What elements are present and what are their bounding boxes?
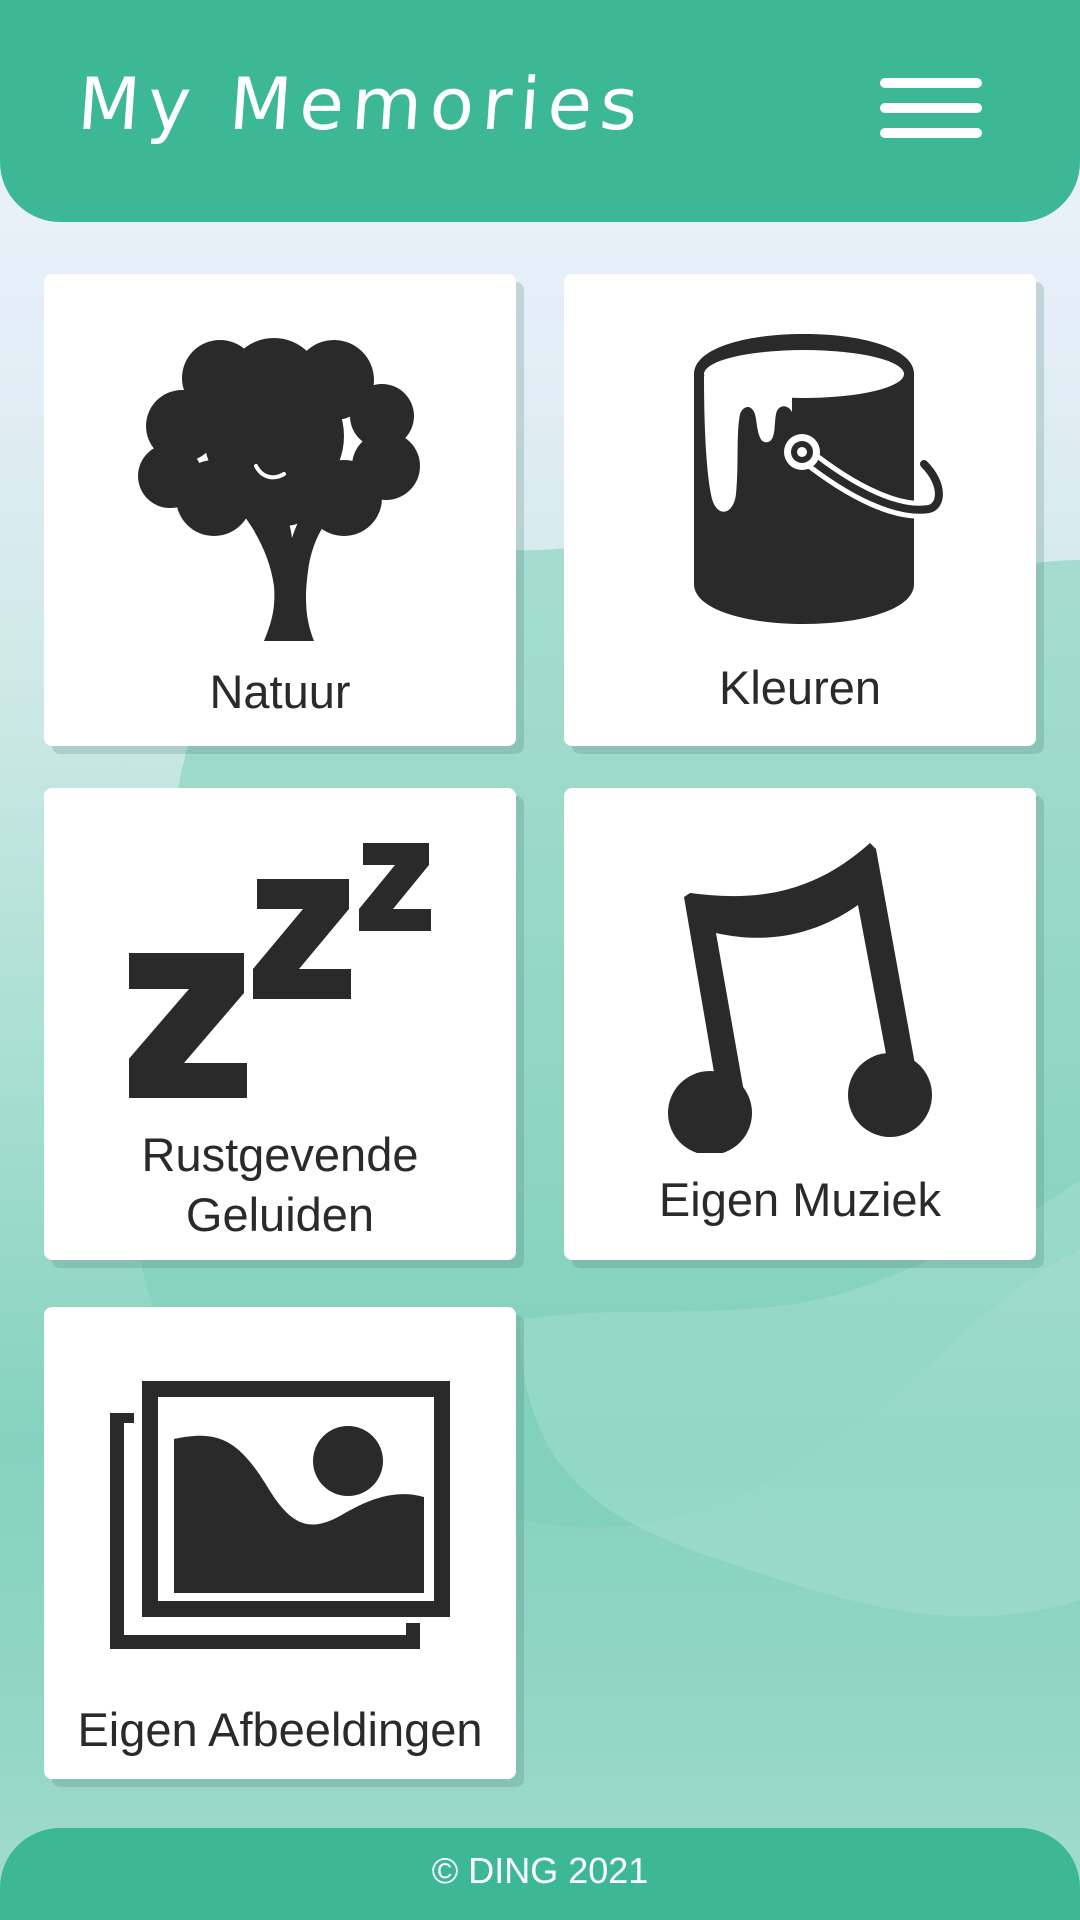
tile-label-line1: Rustgevende [141, 1128, 419, 1181]
tile-eigen-afbeeldingen[interactable]: Eigen Afbeeldingen [44, 1307, 516, 1779]
app-footer: © DING 2021 [0, 1828, 1080, 1920]
tile-label: Natuur [209, 665, 351, 718]
music-note-icon [668, 843, 932, 1153]
tile-label: Eigen Afbeeldingen [77, 1703, 483, 1756]
menu-bar [880, 78, 982, 88]
tree-icon [138, 338, 420, 641]
tile-label-line2: Geluiden [185, 1188, 375, 1241]
menu-bar [880, 103, 982, 113]
tile-kleuren[interactable]: Kleuren [564, 274, 1036, 746]
tile-label: Eigen Muziek [658, 1173, 942, 1226]
tile-label: Kleuren [719, 661, 881, 714]
menu-bar [880, 128, 982, 138]
tile-eigen-muziek[interactable]: Eigen Muziek [564, 788, 1036, 1260]
paint-bucket-icon [694, 334, 944, 624]
tile-rustgevende-geluiden[interactable]: Rustgevende Geluiden [44, 788, 516, 1260]
copyright-text: © DING 2021 [431, 1850, 649, 1891]
sleep-zzz-icon [129, 843, 431, 1098]
images-icon [110, 1381, 450, 1649]
app-title: My Memories [75, 62, 649, 146]
app-header: My Memories [0, 0, 1080, 222]
tile-natuur[interactable]: Natuur [44, 274, 516, 746]
hamburger-menu-icon[interactable] [880, 76, 982, 142]
